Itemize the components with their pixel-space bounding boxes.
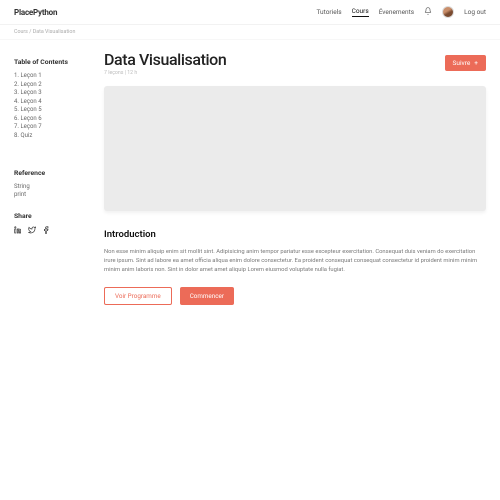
nav-evenements[interactable]: Évenements <box>379 8 414 16</box>
intro-section: Introduction Non esse minim aliquip enim… <box>104 229 486 275</box>
toc-item[interactable]: 4. Leçon 4 <box>14 98 86 105</box>
share-icons <box>14 226 86 236</box>
course-actions: Voir Programme Commencer <box>104 287 486 305</box>
intro-body: Non esse minim aliquip enim sit mollit s… <box>104 248 486 275</box>
app-header: PlacePython Tutoriels Cours Évenements L… <box>0 0 500 25</box>
share-heading: Share <box>14 212 86 220</box>
nav-tutoriels[interactable]: Tutoriels <box>316 8 341 16</box>
toc-item[interactable]: 2. Leçon 2 <box>14 81 86 88</box>
user-avatar[interactable] <box>442 6 454 18</box>
course-title: Data Visualisation <box>104 50 226 69</box>
start-button[interactable]: Commencer <box>180 287 234 305</box>
reference-heading: Reference <box>14 169 86 177</box>
reference-item[interactable]: String <box>14 183 86 190</box>
toc-heading: Table of Contents <box>14 58 86 66</box>
toc-list: 1. Leçon 1 2. Leçon 2 3. Leçon 3 4. Leço… <box>14 72 86 139</box>
intro-heading: Introduction <box>104 229 486 240</box>
plus-icon: + <box>474 59 478 67</box>
brand-logo[interactable]: PlacePython <box>14 8 57 17</box>
logout-link[interactable]: Log out <box>464 8 486 16</box>
toc-item[interactable]: 8. Quiz <box>14 132 86 139</box>
toc-item[interactable]: 7. Leçon 7 <box>14 123 86 130</box>
nav-cours[interactable]: Cours <box>352 7 369 17</box>
follow-button[interactable]: Suivre + <box>445 55 486 71</box>
toc-item[interactable]: 3. Leçon 3 <box>14 89 86 96</box>
reference-item[interactable]: print <box>14 191 86 198</box>
main-nav: Tutoriels Cours Évenements Log out <box>316 6 486 18</box>
course-header: Data Visualisation 7 leçons | 12 h Suivr… <box>104 50 486 76</box>
linkedin-icon[interactable] <box>14 226 22 236</box>
toc-item[interactable]: 1. Leçon 1 <box>14 72 86 79</box>
main-content: Data Visualisation 7 leçons | 12 h Suivr… <box>104 50 486 305</box>
view-program-button[interactable]: Voir Programme <box>104 287 172 305</box>
toc-item[interactable]: 6. Leçon 6 <box>14 115 86 122</box>
toc-item[interactable]: 5. Leçon 5 <box>14 106 86 113</box>
sidebar: Table of Contents 1. Leçon 1 2. Leçon 2 … <box>14 50 86 305</box>
notifications-bell-icon[interactable] <box>424 7 432 17</box>
facebook-icon[interactable] <box>42 226 50 236</box>
course-hero-image <box>104 86 486 211</box>
twitter-icon[interactable] <box>28 226 36 236</box>
course-meta: 7 leçons | 12 h <box>104 70 226 76</box>
reference-list: String print <box>14 183 86 198</box>
follow-label: Suivre <box>453 59 471 67</box>
breadcrumb[interactable]: Cours / Data Visualisation <box>0 25 500 40</box>
